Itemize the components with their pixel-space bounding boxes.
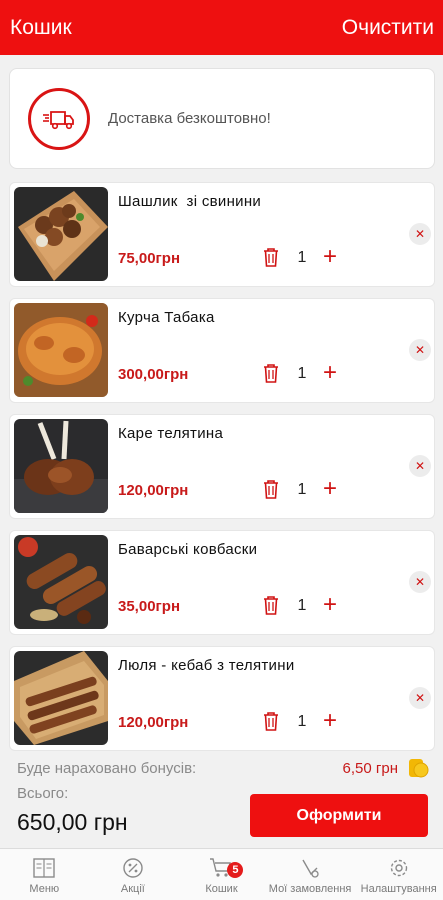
cart-item: Шашлик зі свинини 75,00грн 1 + ✕ <box>9 182 435 287</box>
delivery-truck-icon <box>28 87 90 150</box>
trash-icon[interactable] <box>262 479 280 499</box>
cart-count-badge: 5 <box>227 862 244 878</box>
remove-item-button[interactable]: ✕ <box>409 223 431 245</box>
percent-icon <box>120 856 146 880</box>
increase-quantity-button[interactable]: + <box>320 707 340 735</box>
increase-quantity-button[interactable]: + <box>320 591 340 619</box>
delivery-banner: Доставка безкоштовно! <box>9 68 435 169</box>
item-price: 300,00грн <box>118 366 189 383</box>
close-icon: ✕ <box>414 343 426 357</box>
close-icon: ✕ <box>414 691 426 705</box>
cart-item: Люля - кебаб з телятини 120,00грн 1 + ✕ <box>9 646 435 751</box>
item-quantity: 1 <box>297 365 307 382</box>
veal-rack-photo <box>14 419 108 513</box>
remove-item-button[interactable]: ✕ <box>409 687 431 709</box>
clear-cart-button[interactable]: Очистити <box>342 16 434 40</box>
increase-quantity-button[interactable]: + <box>320 359 340 387</box>
tab-label: Мої замовлення <box>268 883 352 895</box>
item-name: Баварські ковбаски <box>118 541 258 558</box>
trash-icon[interactable] <box>262 363 280 383</box>
bavarian-sausages-photo <box>14 535 108 629</box>
delivery-text: Доставка безкоштовно! <box>108 110 271 127</box>
item-name: Люля - кебаб з телятини <box>118 657 295 674</box>
tab-label: Налаштування <box>360 883 437 895</box>
increase-quantity-button[interactable]: + <box>320 475 340 503</box>
item-quantity: 1 <box>297 597 307 614</box>
pork-shashlik-photo <box>14 187 108 281</box>
cart-item: Каре телятина 120,00грн 1 + ✕ <box>9 414 435 519</box>
close-icon: ✕ <box>414 459 426 473</box>
close-icon: ✕ <box>414 227 426 241</box>
increase-quantity-button[interactable]: + <box>320 243 340 271</box>
item-name: Каре телятина <box>118 425 224 442</box>
remove-item-button[interactable]: ✕ <box>409 571 431 593</box>
bonus-label: Буде нараховано бонусів: <box>17 760 197 777</box>
checkout-button[interactable]: Оформити <box>250 794 428 837</box>
tab-label: Меню <box>29 883 60 895</box>
orders-icon <box>297 856 323 880</box>
item-price: 75,00грн <box>118 250 181 267</box>
total-value: 650,00 грн <box>17 809 128 835</box>
total-label: Всього: <box>17 785 69 802</box>
item-name: Шашлик зі свинини <box>118 193 262 210</box>
bonus-value: 6,50 грн <box>342 760 398 777</box>
item-price: 120,00грн <box>118 714 189 731</box>
tab-settings[interactable]: Налаштування <box>354 849 443 900</box>
trash-icon[interactable] <box>262 711 280 731</box>
item-quantity: 1 <box>297 249 307 266</box>
trash-icon[interactable] <box>262 595 280 615</box>
chicken-tabaka-photo <box>14 303 108 397</box>
bottom-tab-bar: Меню Акції 5 Кошик Мої замовлення Налашт… <box>0 848 443 900</box>
veal-lula-kebab-photo <box>14 651 108 745</box>
item-price: 120,00грн <box>118 482 189 499</box>
item-quantity: 1 <box>297 481 307 498</box>
cart-icon: 5 <box>208 856 244 880</box>
cart-item: Баварські ковбаски 35,00грн 1 + ✕ <box>9 530 435 635</box>
trash-icon[interactable] <box>262 247 280 267</box>
gear-icon <box>386 856 412 880</box>
tab-label: Акції <box>120 883 145 895</box>
app-header: Кошик Очистити <box>0 0 443 55</box>
tab-cart[interactable]: 5 Кошик <box>177 849 266 900</box>
item-quantity: 1 <box>297 713 307 730</box>
tab-my-orders[interactable]: Мої замовлення <box>266 849 355 900</box>
remove-item-button[interactable]: ✕ <box>409 455 431 477</box>
tab-promotions[interactable]: Акції <box>89 849 178 900</box>
order-summary: Буде нараховано бонусів: 6,50 грн Всього… <box>0 752 443 848</box>
cart-item-list: Шашлик зі свинини 75,00грн 1 + ✕ Курча Т… <box>9 182 435 762</box>
remove-item-button[interactable]: ✕ <box>409 339 431 361</box>
menu-book-icon <box>31 856 57 880</box>
page-title: Кошик <box>10 15 72 39</box>
bonus-coins-icon <box>407 757 429 779</box>
item-name: Курча Табака <box>118 309 215 326</box>
tab-menu[interactable]: Меню <box>0 849 89 900</box>
tab-label: Кошик <box>205 883 238 895</box>
item-price: 35,00грн <box>118 598 181 615</box>
close-icon: ✕ <box>414 575 426 589</box>
cart-item: Курча Табака 300,00грн 1 + ✕ <box>9 298 435 403</box>
